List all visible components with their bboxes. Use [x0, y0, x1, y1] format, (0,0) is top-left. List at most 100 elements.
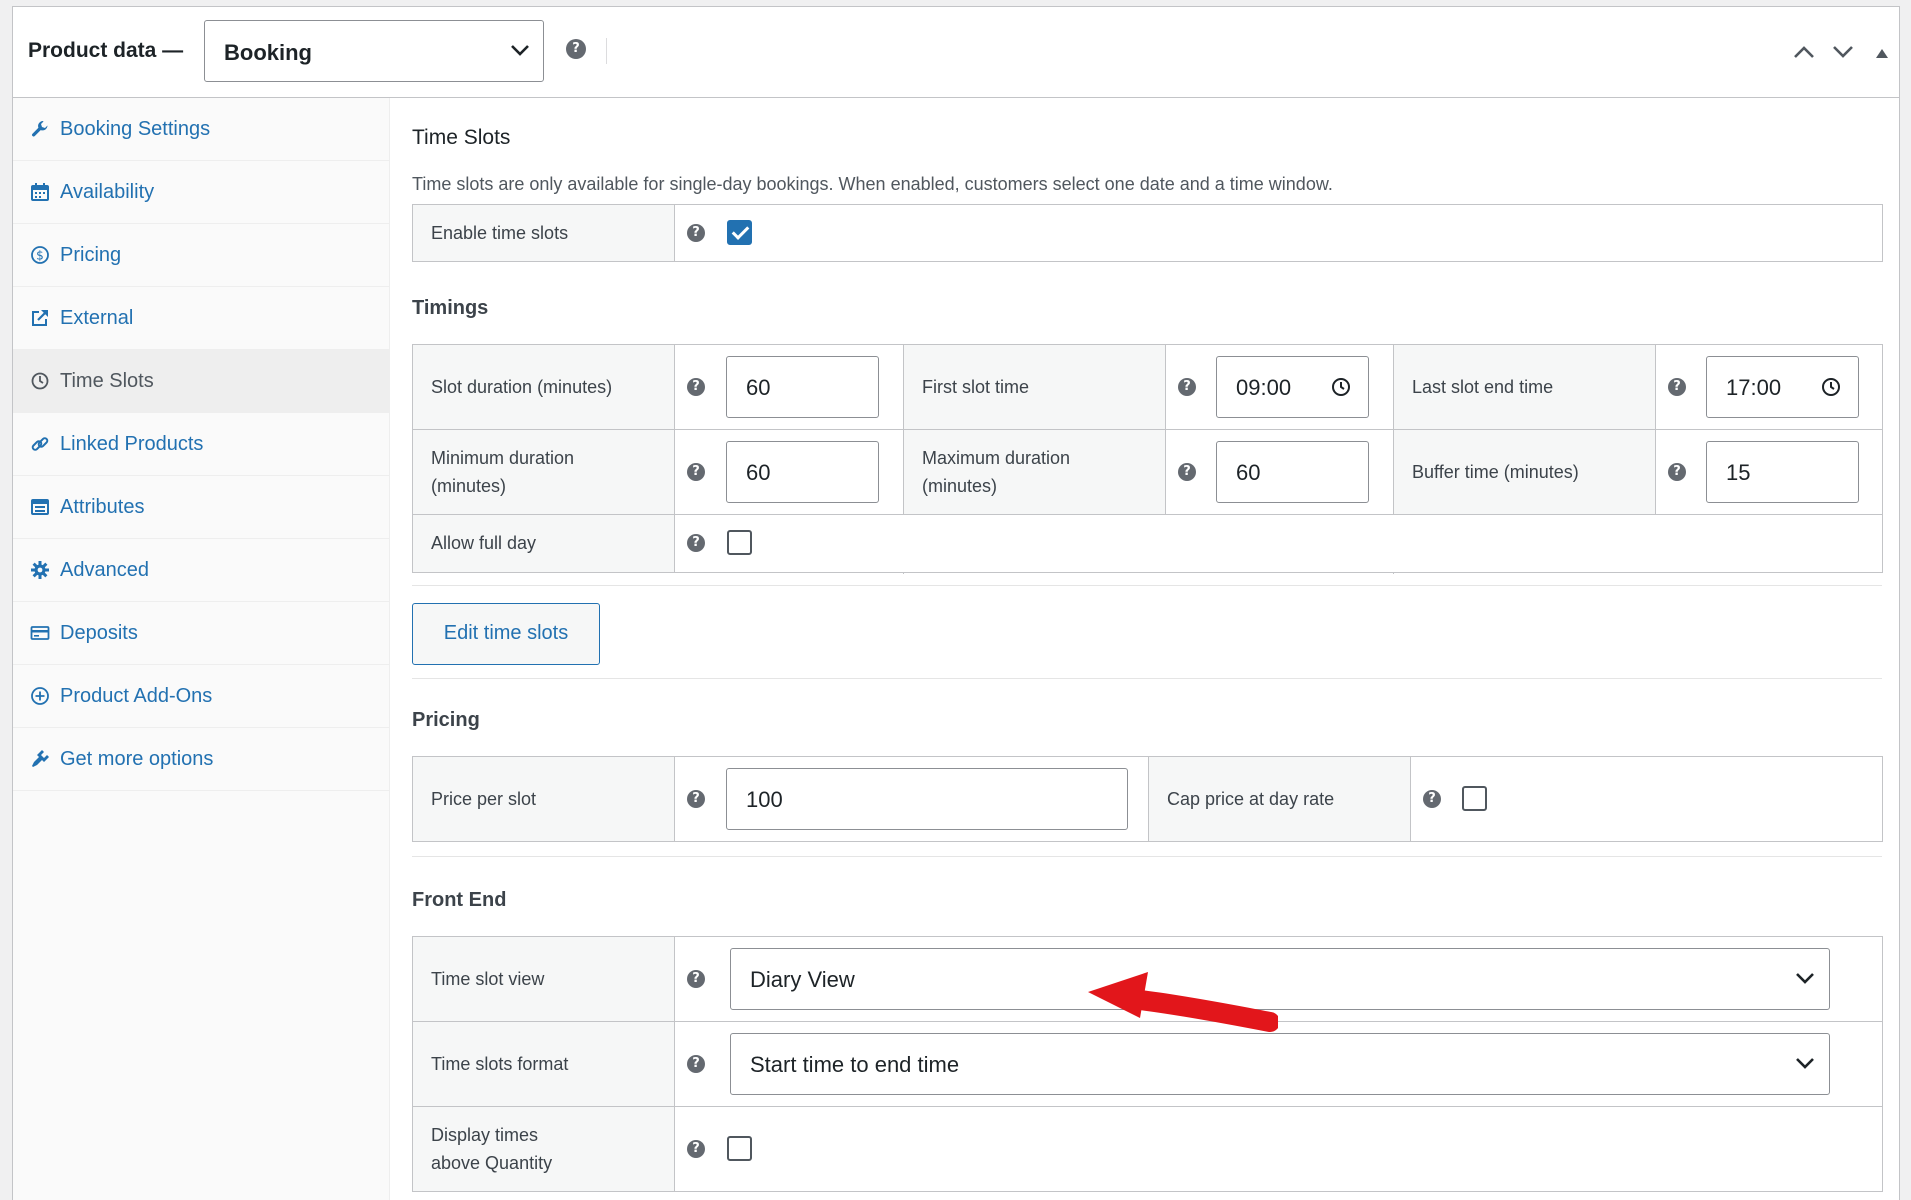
field-label: Display times above Quantity — [413, 1107, 675, 1191]
calendar-icon — [31, 183, 49, 201]
help-icon[interactable]: ? — [1668, 378, 1686, 396]
section-description: Time slots are only available for single… — [412, 174, 1333, 194]
help-icon[interactable]: ? — [1178, 463, 1196, 481]
time-slot-view-select[interactable]: Diary View — [730, 948, 1830, 1010]
list-icon — [31, 499, 49, 515]
tab-deposits[interactable]: Deposits — [13, 602, 390, 665]
tab-product-add-ons[interactable]: Product Add-Ons — [13, 665, 390, 728]
svg-text:$: $ — [36, 249, 44, 263]
product-data-tabs: Booking Settings Availability $ Pricing … — [13, 98, 390, 1200]
front-end-heading: Front End — [412, 889, 507, 911]
tab-pricing[interactable]: $ Pricing — [13, 224, 390, 287]
field-label: Price per slot — [413, 757, 675, 841]
maximum-duration-input[interactable]: 60 — [1216, 441, 1369, 503]
divider — [606, 38, 607, 64]
timings-table: Slot duration (minutes) ? 60 First slot … — [412, 344, 1883, 574]
collapse-toggle-icon[interactable] — [1875, 47, 1889, 59]
help-icon[interactable]: ? — [687, 378, 705, 396]
help-icon[interactable]: ? — [687, 970, 705, 988]
enable-time-slots-row: Enable time slots ? — [412, 204, 1883, 262]
price-per-slot-input[interactable]: 100 — [726, 768, 1128, 830]
clock-icon — [31, 372, 49, 390]
buffer-time-input[interactable]: 15 — [1706, 441, 1859, 503]
clock-icon[interactable] — [1821, 377, 1841, 397]
row-mask — [1393, 515, 1394, 572]
sidebar-item-label: Linked Products — [60, 433, 204, 455]
help-icon[interactable]: ? — [1423, 790, 1441, 808]
timings-heading: Timings — [412, 297, 489, 319]
slot-duration-input[interactable]: 60 — [726, 356, 879, 418]
field-label: Allow full day — [413, 515, 675, 572]
field-label: Cap price at day rate — [1149, 757, 1411, 841]
sidebar-item-label: Get more options — [60, 748, 214, 770]
pricing-heading: Pricing — [412, 709, 480, 731]
help-icon[interactable]: ? — [1668, 463, 1686, 481]
chevron-down-icon — [511, 45, 529, 56]
tab-external[interactable]: External — [13, 287, 390, 350]
enable-time-slots-checkbox[interactable] — [727, 220, 752, 245]
minimum-duration-input[interactable]: 60 — [726, 441, 879, 503]
display-times-checkbox[interactable] — [727, 1136, 752, 1161]
help-icon[interactable]: ? — [687, 1140, 705, 1158]
sidebar-item-label: Attributes — [60, 496, 145, 518]
move-down-icon[interactable] — [1831, 44, 1855, 60]
sidebar-item-label: Advanced — [60, 559, 149, 581]
dollar-icon: $ — [31, 246, 49, 264]
tab-attributes[interactable]: Attributes — [13, 476, 390, 539]
pricing-table: Price per slot ? 100 Cap price at day ra… — [412, 756, 1883, 842]
sidebar-item-label: Deposits — [60, 622, 138, 644]
row-mask — [903, 515, 904, 572]
help-icon[interactable]: ? — [1178, 378, 1196, 396]
annotation-arrow — [1088, 972, 1278, 1032]
plugin-icon — [32, 750, 49, 767]
allow-full-day-checkbox[interactable] — [727, 530, 752, 555]
move-up-icon[interactable] — [1792, 44, 1816, 60]
tab-availability[interactable]: Availability — [13, 161, 390, 224]
divider — [412, 678, 1882, 679]
help-icon[interactable]: ? — [687, 1055, 705, 1073]
link-icon — [31, 437, 49, 451]
field-label: Slot duration (minutes) — [413, 345, 675, 429]
help-icon[interactable]: ? — [566, 39, 586, 59]
tab-time-slots[interactable]: Time Slots — [13, 350, 390, 413]
sidebar-item-label: Availability — [60, 181, 155, 203]
first-slot-time-input[interactable]: 09:00 — [1216, 356, 1369, 418]
clock-icon[interactable] — [1331, 377, 1351, 397]
section-title: Time Slots — [412, 126, 511, 149]
tab-advanced[interactable]: Advanced — [13, 539, 390, 602]
help-icon[interactable]: ? — [687, 463, 705, 481]
plus-circle-icon — [31, 687, 49, 705]
panel-header: Product data — Booking ? — [13, 7, 1899, 98]
chevron-down-icon — [1796, 1058, 1814, 1069]
sidebar-item-label: Pricing — [60, 244, 122, 266]
last-slot-end-time-input[interactable]: 17:00 — [1706, 356, 1859, 418]
sidebar-item-label: Product Add-Ons — [60, 685, 213, 707]
product-type-select[interactable]: Booking — [204, 20, 544, 82]
gear-icon — [31, 561, 49, 579]
tab-get-more-options[interactable]: Get more options — [13, 728, 390, 791]
field-label: Minimum duration (minutes) — [413, 430, 675, 514]
card-icon — [30, 626, 50, 640]
help-icon[interactable]: ? — [687, 790, 705, 808]
divider — [412, 585, 1882, 586]
field-label: Buffer time (minutes) — [1394, 430, 1656, 514]
field-label: Time slots format — [413, 1022, 675, 1106]
field-label: Last slot end time — [1394, 345, 1656, 429]
field-label: Time slot view — [413, 937, 675, 1021]
time-slots-format-select[interactable]: Start time to end time — [730, 1033, 1830, 1095]
sidebar-item-label: Booking Settings — [60, 118, 211, 140]
product-type-value: Booking — [224, 40, 312, 65]
divider — [412, 856, 1882, 857]
cap-price-checkbox[interactable] — [1462, 786, 1487, 811]
wrench-icon — [32, 121, 48, 137]
product-data-panel: Product data — Booking ? Booking Setting… — [12, 6, 1900, 1200]
edit-time-slots-button[interactable]: Edit time slots — [412, 603, 600, 665]
tab-booking-settings[interactable]: Booking Settings — [13, 98, 390, 161]
tab-linked-products[interactable]: Linked Products — [13, 413, 390, 476]
help-icon[interactable]: ? — [687, 224, 705, 242]
field-label: Maximum duration (minutes) — [904, 430, 1166, 514]
panel-title: Product data — — [28, 39, 184, 62]
help-icon[interactable]: ? — [687, 534, 705, 552]
sidebar-item-label: External — [60, 307, 134, 329]
field-label: Enable time slots — [413, 205, 675, 261]
